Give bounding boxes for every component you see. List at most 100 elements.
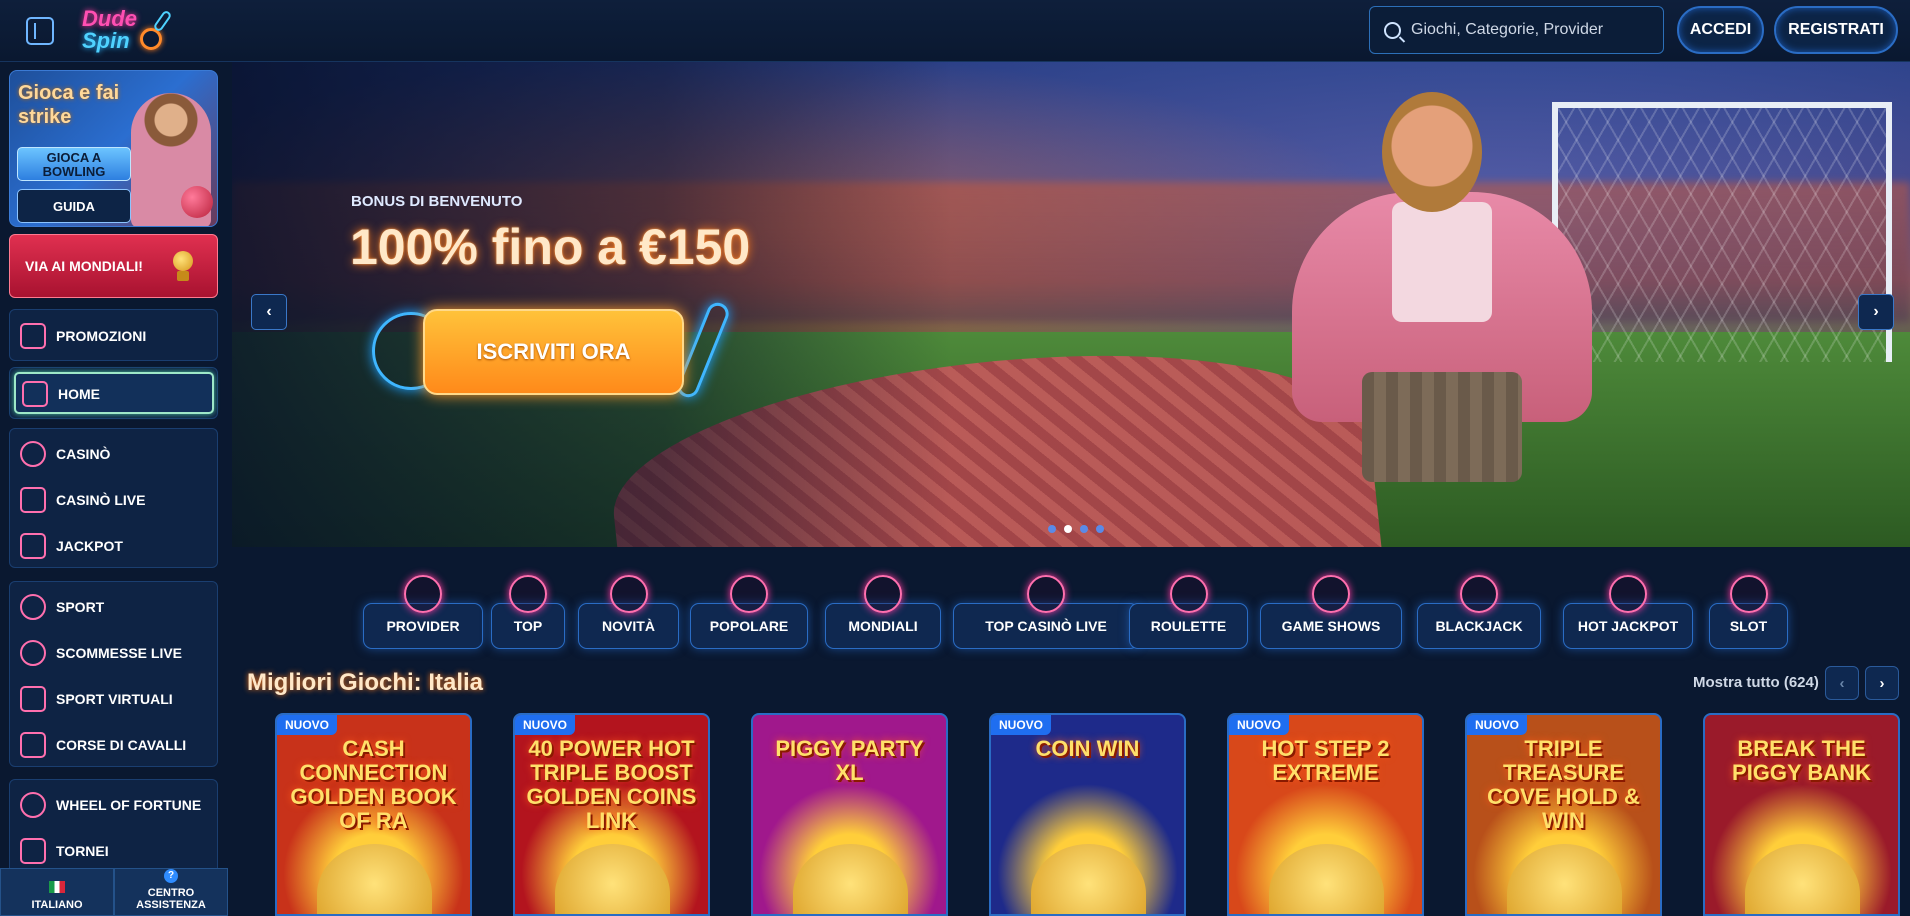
jackpot-777-icon [20, 533, 46, 559]
volleyball-icon [20, 594, 46, 620]
sidebar-item-sport[interactable]: SPORT [20, 588, 104, 626]
category-label: BLACKJACK [1435, 618, 1523, 634]
sidebar-item-label: HOME [58, 386, 100, 402]
game-art-image [1031, 844, 1146, 914]
new-badge: NUOVO [991, 715, 1052, 735]
sidebar-item-casino-live[interactable]: CASINÒ LIVE [20, 481, 145, 519]
carousel-dot[interactable] [1048, 525, 1056, 533]
search-box[interactable] [1369, 6, 1664, 54]
sidebar-item-label: CORSE DI CAVALLI [56, 737, 187, 753]
carousel-dots [1048, 525, 1104, 533]
sidebar-item-label: JACKPOT [56, 538, 123, 554]
sidebar-item-tournaments[interactable]: TORNEI [20, 832, 109, 870]
new-badge: NUOVO [515, 715, 576, 735]
home-icon [22, 381, 48, 407]
game-title: HOT STEP 2 EXTREME [1261, 736, 1390, 785]
hero-headline: 100% fino a €150 [350, 219, 751, 275]
logo[interactable]: Dude Spin [80, 6, 180, 54]
guide-button[interactable]: GUIDA [17, 189, 131, 223]
login-button[interactable]: ACCEDI [1677, 6, 1764, 54]
category-bar: PROVIDER TOP NOVITÀ POPOLARE MONDIALI TOP CAS… [232, 553, 1910, 653]
game-art-image [317, 844, 432, 914]
cherries-icon [1729, 575, 1768, 613]
mondiali-label: VIA AI MONDIALI! [25, 258, 143, 274]
bowling-promo-card[interactable]: Gioca e fai strike GIOCA A BOWLING GUIDA [9, 70, 218, 227]
sidebar-item-promotions[interactable]: PROMOZIONI [20, 317, 146, 355]
sidebar-item-jackpot[interactable]: JACKPOT [20, 527, 123, 565]
hero-prev-button[interactable]: ‹ [251, 294, 287, 330]
help-center-label: CENTRO ASSISTENZA [136, 887, 206, 911]
new-badge: NUOVO [1467, 715, 1528, 735]
star-icon [509, 575, 547, 613]
category-label: HOT JACKPOT [1577, 618, 1679, 634]
sidebar-item-label: CASINÒ [56, 446, 111, 462]
game-card[interactable]: TRIPLE TREASURE COVE HOLD & WIN NUOVO [1465, 713, 1662, 916]
show-all-link[interactable]: Mostra tutto (624) [1693, 674, 1819, 691]
new-badge: NUOVO [277, 715, 338, 735]
game-card[interactable]: HOT STEP 2 EXTREME NUOVO [1227, 713, 1424, 916]
carousel-dot[interactable] [1080, 525, 1088, 533]
sidebar-item-casino[interactable]: CASINÒ [20, 435, 110, 473]
carousel-dot[interactable] [1064, 525, 1072, 533]
game-art-image [1507, 844, 1622, 914]
register-button[interactable]: REGISTRATI [1774, 6, 1898, 54]
sidebar-toggle-icon[interactable] [26, 17, 54, 45]
game-title: 40 POWER HOT TRIPLE BOOST GOLDEN COINS L… [526, 736, 697, 833]
logo-text-2: Spin [82, 28, 130, 53]
language-button[interactable]: ITALIANO [0, 868, 114, 916]
trophy-icon [171, 251, 195, 283]
sidebar-item-virtual-sports[interactable]: SPORT VIRTUALI [20, 680, 173, 718]
category-label: MONDIALI [848, 618, 918, 634]
help-center-button[interactable]: ? CENTRO ASSISTENZA [114, 868, 228, 916]
games-prev-button[interactable]: ‹ [1825, 666, 1859, 700]
sidebar-item-label: WHEEL OF FORTUNE [56, 797, 202, 813]
bowling-ball-icon [140, 28, 162, 50]
sidebar-item-label: TORNEI [56, 843, 109, 859]
section-title: Migliori Giochi: Italia [247, 669, 484, 696]
roulette-icon [1169, 575, 1208, 613]
crown-icon [1027, 575, 1065, 613]
bowling-pin-icon [152, 9, 173, 33]
play-bowling-button[interactable]: GIOCA A BOWLING [17, 147, 131, 181]
game-art-image [793, 844, 908, 914]
game-card[interactable]: COIN WIN NUOVO [989, 713, 1186, 916]
game-card[interactable]: BREAK THE PIGGY BANK [1703, 713, 1900, 916]
carousel-dot[interactable] [1096, 525, 1104, 533]
game-card[interactable]: PIGGY PARTY XL [751, 713, 948, 916]
game-art-image [1269, 844, 1384, 914]
hero-next-button[interactable]: › [1858, 294, 1894, 330]
spade-icon [20, 441, 46, 467]
signup-now-button[interactable]: ISCRIVITI ORA [423, 309, 684, 395]
category-label: ROULETTE [1150, 618, 1227, 634]
sidebar-item-horse-racing[interactable]: CORSE DI CAVALLI [20, 726, 186, 764]
game-title: BREAK THE PIGGY BANK [1732, 736, 1871, 785]
sport-group: SPORT SCOMMESSE LIVE SPORT VIRTUALI CORS… [9, 581, 218, 767]
game-art-image [1745, 844, 1860, 914]
search-input[interactable] [1411, 21, 1651, 39]
italy-flag-icon [49, 881, 65, 893]
top-header: Dude Spin ACCEDI REGISTRATI [0, 0, 1910, 62]
sidebar-item-wheel-of-fortune[interactable]: WHEEL OF FORTUNE [20, 786, 201, 824]
game-title: TRIPLE TREASURE COVE HOLD & WIN [1487, 736, 1640, 833]
category-label: PROVIDER [386, 618, 460, 634]
horse-icon [20, 732, 46, 758]
language-label: ITALIANO [31, 899, 83, 911]
sidebar-item-live-betting[interactable]: SCOMMESSE LIVE [20, 634, 182, 672]
game-title: PIGGY PARTY XL [775, 736, 924, 785]
hero-banner[interactable]: BONUS DI BENVENUTO 100% fino a €150 ISCR… [232, 62, 1910, 547]
mondiali-button[interactable]: VIA AI MONDIALI! [9, 234, 218, 298]
trophy-outline-icon [20, 838, 46, 864]
goal-net-image [1552, 102, 1892, 362]
bottom-bar: ITALIANO ? CENTRO ASSISTENZA [0, 868, 228, 916]
sidebar-item-home[interactable]: HOME [14, 372, 214, 414]
sidebar: Gioca e fai strike GIOCA A BOWLING GUIDA… [0, 62, 228, 916]
games-next-button[interactable]: › [1865, 666, 1899, 700]
sidebar-item-label: CASINÒ LIVE [56, 492, 146, 508]
game-card[interactable]: CASH CONNECTION GOLDEN BOOK OF RA NUOVO [275, 713, 472, 916]
help-icon: ? [164, 869, 178, 883]
hot-jackpot-icon [1609, 575, 1647, 613]
live-icon [20, 640, 46, 666]
game-card[interactable]: 40 POWER HOT TRIPLE BOOST GOLDEN COINS L… [513, 713, 710, 916]
gamepad-icon [20, 686, 46, 712]
search-icon [1384, 21, 1401, 39]
